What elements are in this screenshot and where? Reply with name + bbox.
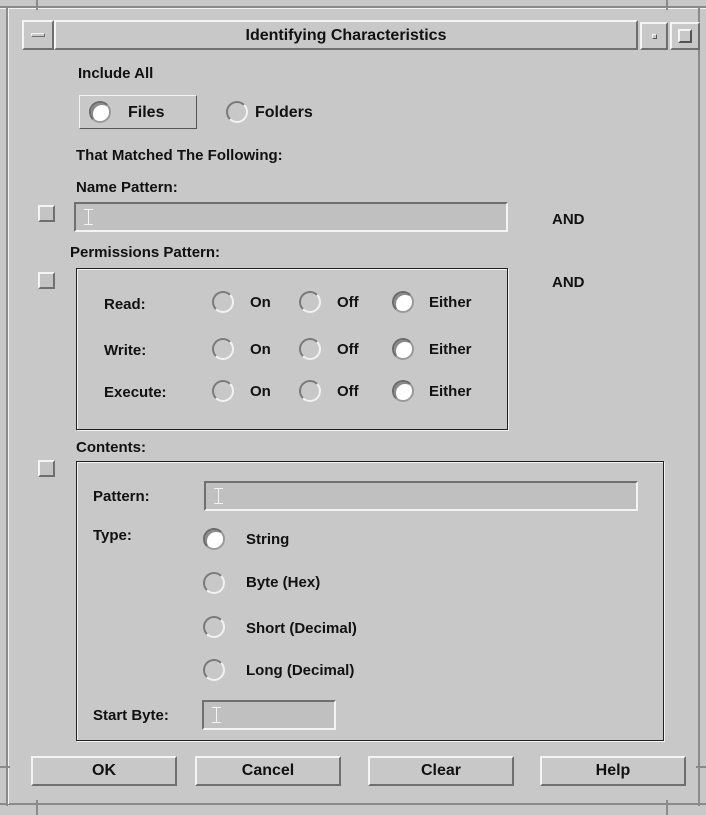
folders-radio[interactable] (226, 101, 248, 123)
name-pattern-input[interactable] (74, 202, 508, 232)
execute-either-radio[interactable] (392, 380, 414, 402)
type-short-radio[interactable] (203, 616, 225, 638)
frame-corner-tl (36, 0, 38, 10)
read-either-radio[interactable] (392, 291, 414, 313)
dialog-window: Identifying Characteristics Include All … (0, 0, 706, 815)
read-off-radio[interactable] (299, 291, 321, 313)
maximize-button[interactable] (670, 22, 700, 50)
write-either-label: Either (429, 341, 472, 358)
title-bar[interactable]: Identifying Characteristics (54, 20, 638, 50)
name-pattern-checkbox[interactable] (38, 205, 55, 222)
minimize-icon (652, 34, 657, 39)
window-menu-button[interactable] (22, 20, 54, 50)
execute-either-label: Either (429, 383, 472, 400)
frame-left-highlight (8, 8, 9, 804)
write-on-label: On (250, 341, 271, 358)
text-cursor-icon (212, 707, 222, 723)
contents-label: Contents: (76, 439, 146, 456)
write-on-radio[interactable] (212, 338, 234, 360)
read-label: Read: (104, 296, 146, 313)
frame-right-edge (698, 6, 700, 806)
window-menu-icon (31, 33, 45, 37)
name-pattern-label: Name Pattern: (76, 179, 178, 196)
type-long-label: Long (Decimal) (246, 662, 355, 679)
type-label: Type: (93, 527, 132, 544)
clear-button[interactable]: Clear (368, 756, 514, 786)
contents-checkbox[interactable] (38, 460, 55, 477)
read-off-label: Off (337, 294, 359, 311)
type-string-label: String (246, 531, 290, 548)
write-either-radio[interactable] (392, 338, 414, 360)
files-label: Files (128, 104, 165, 121)
frame-top-highlight (0, 8, 706, 9)
execute-on-label: On (250, 383, 271, 400)
execute-label: Execute: (104, 384, 167, 401)
help-button[interactable]: Help (540, 756, 686, 786)
pattern-label: Pattern: (93, 488, 150, 505)
include-heading: Include All (78, 65, 154, 82)
frame-bottom-edge (0, 803, 706, 805)
matched-heading: That Matched The Following: (76, 147, 283, 164)
window-title: Identifying Characteristics (245, 27, 447, 44)
write-label: Write: (104, 342, 147, 359)
permissions-and: AND (552, 274, 585, 291)
ok-button[interactable]: OK (31, 756, 177, 786)
read-either-label: Either (429, 294, 472, 311)
name-pattern-and: AND (552, 211, 585, 228)
start-byte-input[interactable] (202, 700, 336, 730)
frame-side-mark-r (696, 766, 706, 768)
contents-pattern-input[interactable] (204, 481, 638, 511)
write-off-label: Off (337, 341, 359, 358)
maximize-icon (678, 29, 692, 43)
minimize-button[interactable] (640, 22, 668, 50)
execute-off-label: Off (337, 383, 359, 400)
type-short-label: Short (Decimal) (246, 620, 357, 637)
folders-label: Folders (255, 104, 313, 121)
frame-side-mark-l (0, 766, 10, 768)
permissions-checkbox[interactable] (38, 272, 55, 289)
cancel-button[interactable]: Cancel (195, 756, 341, 786)
read-on-radio[interactable] (212, 291, 234, 313)
type-byte-label: Byte (Hex) (246, 574, 321, 591)
type-byte-radio[interactable] (203, 572, 225, 594)
text-cursor-icon (84, 209, 94, 225)
frame-corner-bl (36, 800, 38, 815)
type-string-radio[interactable] (203, 528, 225, 550)
read-on-label: On (250, 294, 271, 311)
text-cursor-icon (214, 488, 224, 504)
execute-on-radio[interactable] (212, 380, 234, 402)
permissions-label: Permissions Pattern: (70, 244, 221, 261)
write-off-radio[interactable] (299, 338, 321, 360)
files-radio[interactable] (89, 101, 111, 123)
start-byte-label: Start Byte: (93, 707, 169, 724)
frame-corner-br (666, 800, 668, 815)
frame-corner-tr (666, 0, 668, 10)
execute-off-radio[interactable] (299, 380, 321, 402)
type-long-radio[interactable] (203, 659, 225, 681)
